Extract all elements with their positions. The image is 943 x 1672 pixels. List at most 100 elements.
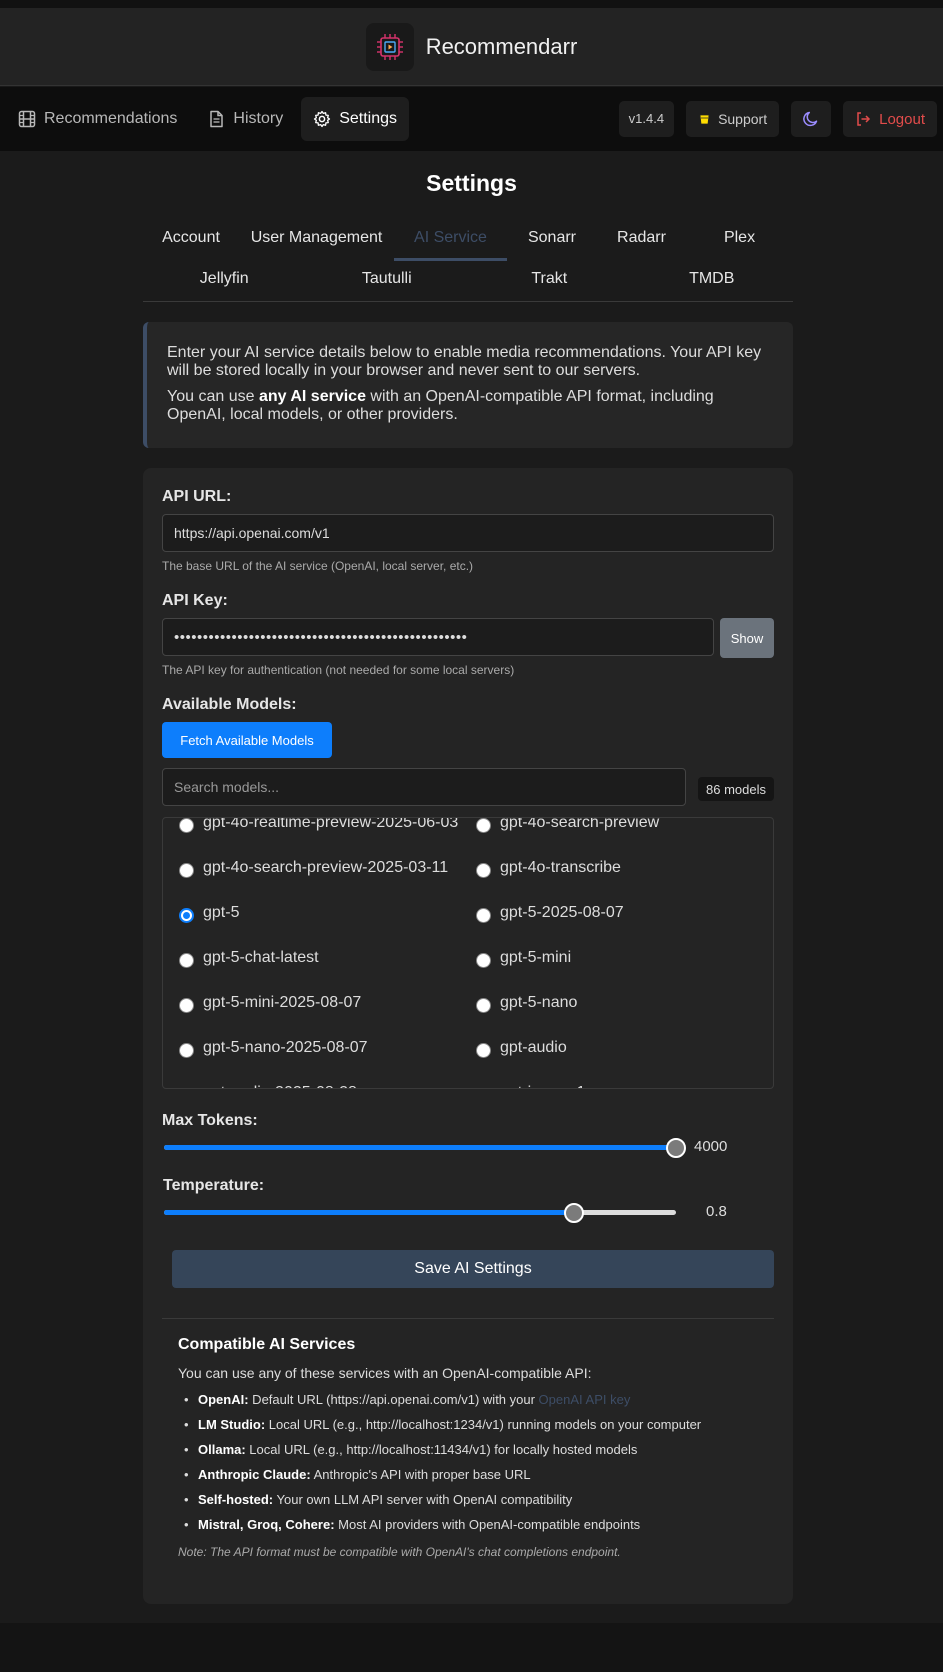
model-radio[interactable]: [179, 998, 194, 1013]
model-option[interactable]: gpt-5-nano-2025-08-07: [163, 1025, 460, 1070]
temperature-fill: [164, 1210, 574, 1215]
document-icon: [210, 110, 224, 128]
model-radio[interactable]: [179, 818, 194, 833]
model-option[interactable]: gpt-4o-search-preview: [460, 817, 757, 845]
section-divider: [162, 1318, 774, 1319]
compat-item-text: Default URL (https://api.openai.com/v1) …: [248, 1392, 539, 1407]
theme-toggle-button[interactable]: [791, 101, 832, 137]
model-grid: gpt-4o-realtime-preview-2025-06-03 gpt-4o…: [163, 817, 773, 1089]
nav-recommendations[interactable]: Recommendations: [6, 97, 189, 141]
model-option[interactable]: gpt-audio: [460, 1025, 757, 1070]
main-nav: Recommendations History Settings v1.4.4 …: [0, 87, 943, 151]
model-radio[interactable]: [179, 1043, 194, 1058]
model-option[interactable]: gpt-5-mini-2025-08-07: [163, 980, 460, 1025]
tab-ai-service[interactable]: AI Service: [394, 220, 507, 261]
logout-button[interactable]: Logout: [843, 101, 937, 137]
info-p2-prefix: You can use: [167, 388, 259, 405]
tab-tmdb[interactable]: TMDB: [631, 261, 794, 302]
compat-item-name: Ollama:: [198, 1442, 246, 1457]
model-radio[interactable]: [179, 908, 194, 923]
model-option[interactable]: gpt-5-mini: [460, 935, 757, 980]
model-radio[interactable]: [476, 998, 491, 1013]
compat-item-text: Local URL (e.g., http://localhost:1234/v…: [265, 1417, 702, 1432]
support-button[interactable]: Support: [686, 101, 780, 137]
model-option-label: gpt-audio-2025-08-28: [203, 1084, 357, 1089]
model-option-label: gpt-4o-search-preview: [500, 817, 660, 831]
show-key-button[interactable]: Show: [720, 618, 774, 658]
api-url-hint: The base URL of the AI service (OpenAI, …: [162, 559, 474, 573]
nav-settings[interactable]: Settings: [301, 97, 409, 141]
compat-item-ollama: Ollama: Local URL (e.g., http://localhos…: [178, 1437, 768, 1462]
nav-settings-label: Settings: [339, 110, 397, 127]
model-option[interactable]: gpt-5-2025-08-07: [460, 890, 757, 935]
tab-user-management[interactable]: User Management: [239, 220, 394, 261]
max-tokens-slider[interactable]: [164, 1138, 686, 1158]
model-list[interactable]: gpt-4o-realtime-preview-2025-06-03 gpt-4o…: [162, 817, 774, 1089]
model-option[interactable]: gpt-5-chat-latest: [163, 935, 460, 980]
tab-plex[interactable]: Plex: [686, 220, 793, 261]
settings-tabs: Account User Management AI Service Sonar…: [143, 220, 793, 302]
tab-row-2: Jellyfin Tautulli Trakt TMDB: [143, 261, 793, 302]
compat-item-text: Most AI providers with OpenAI-compatible…: [334, 1517, 641, 1532]
temperature-thumb[interactable]: [563, 1203, 584, 1223]
compat-item-selfhosted: Self-hosted: Your own LLM API server wit…: [178, 1487, 768, 1512]
model-option-label: gpt-5-2025-08-07: [500, 903, 624, 921]
logout-icon: [857, 112, 871, 126]
fetch-models-button[interactable]: Fetch Available Models: [162, 722, 332, 758]
api-url-input[interactable]: https://api.openai.com/v1: [162, 514, 774, 552]
nav-history[interactable]: History: [195, 97, 295, 141]
compat-list: OpenAI: Default URL (https://api.openai.…: [178, 1387, 768, 1537]
model-option-label: gpt-audio: [500, 1038, 567, 1056]
model-radio[interactable]: [179, 863, 194, 878]
api-key-value: ••••••••••••••••••••••••••••••••••••••••…: [174, 628, 468, 646]
model-option[interactable]: gpt-5-nano: [460, 980, 757, 1025]
support-label: Support: [718, 111, 768, 127]
tab-trakt[interactable]: Trakt: [468, 261, 631, 302]
model-option[interactable]: gpt-4o-transcribe: [460, 845, 757, 890]
ai-settings-card: API URL: https://api.openai.com/v1 The b…: [143, 468, 793, 1604]
info-p2-bold: any AI service: [258, 388, 366, 405]
model-option-label: gpt-4o-realtime-preview-2025-06-03: [203, 817, 459, 831]
compat-item-others: Mistral, Groq, Cohere: Most AI providers…: [178, 1512, 768, 1537]
temperature-slider[interactable]: [164, 1203, 676, 1223]
model-option[interactable]: gpt-audio-2025-08-28: [163, 1070, 460, 1089]
coffee-icon: [699, 114, 710, 125]
max-tokens-fill: [164, 1145, 676, 1150]
tab-sonarr[interactable]: Sonarr: [507, 220, 597, 261]
model-radio[interactable]: [476, 953, 491, 968]
model-option[interactable]: gpt-4o-search-preview-2025-03-11: [163, 845, 460, 890]
model-radio[interactable]: [476, 818, 491, 833]
compat-item-name: Anthropic Claude:: [198, 1467, 311, 1482]
model-option-label: gpt-image-1: [500, 1084, 585, 1089]
model-search-placeholder: Search models...: [174, 779, 280, 795]
film-icon: [18, 110, 36, 128]
model-radio[interactable]: [476, 908, 491, 923]
model-option-label: gpt-5-nano: [500, 993, 578, 1011]
tab-tautulli[interactable]: Tautulli: [306, 261, 469, 302]
compat-item-text: Local URL (e.g., http://localhost:11434/…: [245, 1442, 638, 1457]
model-radio[interactable]: [476, 1088, 491, 1089]
api-key-input[interactable]: ••••••••••••••••••••••••••••••••••••••••…: [162, 618, 714, 656]
model-radio[interactable]: [476, 863, 491, 878]
model-radio[interactable]: [179, 1088, 194, 1089]
temperature-value: 0.8: [706, 1203, 727, 1220]
model-option[interactable]: gpt-4o-realtime-preview-2025-06-03: [163, 817, 460, 845]
page-title: Settings: [426, 170, 517, 196]
app-logo: [365, 22, 414, 71]
compat-note: Note: The API format must be compatible …: [178, 1545, 621, 1559]
tab-jellyfin[interactable]: Jellyfin: [143, 261, 306, 302]
tab-account[interactable]: Account: [143, 220, 239, 261]
max-tokens-thumb[interactable]: [666, 1138, 686, 1158]
model-radio[interactable]: [476, 1043, 491, 1058]
tab-row-1: Account User Management AI Service Sonar…: [143, 220, 793, 261]
model-radio[interactable]: [179, 953, 194, 968]
api-url-label: API URL:: [162, 488, 232, 505]
compat-item-anthropic: Anthropic Claude: Anthropic's API with p…: [178, 1462, 768, 1487]
model-option[interactable]: gpt-5: [163, 890, 460, 935]
save-ai-settings-button[interactable]: Save AI Settings: [172, 1250, 774, 1288]
model-option[interactable]: gpt-image-1: [460, 1070, 757, 1089]
max-tokens-label: Max Tokens:: [162, 1112, 258, 1129]
tab-radarr[interactable]: Radarr: [597, 220, 686, 261]
openai-api-key-link[interactable]: OpenAI API key: [539, 1392, 631, 1407]
model-search-input[interactable]: Search models...: [162, 768, 686, 806]
